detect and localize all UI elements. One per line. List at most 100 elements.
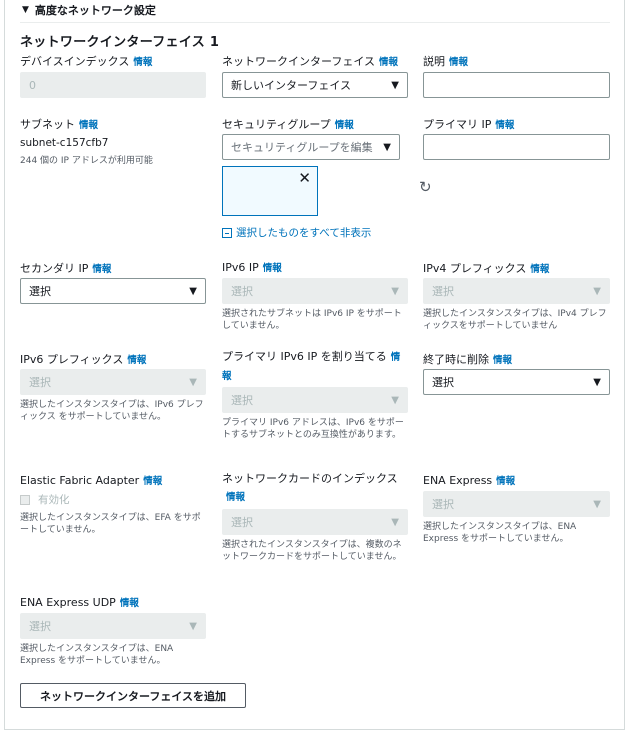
delete-on-termination-value: 選択 [432, 376, 454, 389]
assign-primary-ipv6-label: プライマリ IPv6 IP を割り当てる 情報 [222, 348, 408, 386]
efa-info-link[interactable]: 情報 [143, 476, 162, 487]
network-card-index-select[interactable]: 選択 ▼ [222, 509, 408, 535]
ena-express-select[interactable]: 選択 ▼ [423, 491, 610, 517]
device-index-label: デバイスインデックス 情報 [20, 53, 152, 69]
ipv6-ip-label: IPv6 IP 情報 [222, 260, 282, 274]
efa-enable-checkbox-row[interactable]: 有効化 [20, 492, 70, 507]
ena-express-udp-value: 選択 [29, 620, 51, 633]
caret-down-icon: ▼ [593, 376, 601, 388]
subnet-label-text: サブネット [20, 118, 75, 131]
ipv4-prefix-label-text: IPv4 プレフィックス [423, 262, 527, 275]
ipv4-prefix-value: 選択 [432, 285, 454, 298]
ipv6-prefix-value: 選択 [29, 376, 51, 389]
secondary-ip-value: 選択 [29, 285, 51, 298]
refresh-icon[interactable]: ↻ [419, 178, 432, 196]
network-card-index-help: 選択されたインスタンスタイプは、複数のネットワークカードをサポートしていません。 [222, 540, 402, 562]
caret-down-icon: ▼ [22, 5, 29, 15]
device-index-value: 0 [29, 78, 36, 92]
security-groups-info-link[interactable]: 情報 [335, 120, 354, 131]
security-groups-label: セキュリティグループ 情報 [222, 116, 354, 132]
secondary-ip-label: セカンダリ IP 情報 [20, 260, 111, 276]
security-groups-placeholder: セキュリティグループを編集 [231, 141, 373, 154]
ena-express-info-link[interactable]: 情報 [496, 476, 515, 487]
security-groups-select[interactable]: セキュリティグループを編集 ▼ [222, 134, 400, 160]
device-index-info-link[interactable]: 情報 [133, 57, 152, 68]
delete-on-termination-label: 終了時に削除 情報 [423, 351, 512, 367]
delete-on-termination-select[interactable]: 選択 ▼ [423, 369, 610, 395]
network-card-index-label-text: ネットワークカードのインデックス [222, 472, 398, 485]
section-title: 高度なネットワーク設定 [34, 4, 156, 17]
security-group-token-box: ✕ [222, 166, 318, 216]
ipv6-prefix-label-text: IPv6 プレフィックス [20, 353, 124, 366]
divider [20, 22, 610, 23]
ipv4-prefix-select[interactable]: 選択 ▼ [423, 278, 610, 304]
hide-all-selected-text: 選択したものをすべて非表示 [236, 227, 372, 239]
secondary-ip-info-link[interactable]: 情報 [92, 264, 111, 275]
description-label: 説明 情報 [423, 53, 468, 69]
efa-enable-label: 有効化 [38, 494, 70, 506]
security-groups-label-text: セキュリティグループ [222, 118, 331, 131]
description-info-link[interactable]: 情報 [449, 57, 468, 68]
ipv6-ip-select[interactable]: 選択 ▼ [222, 278, 408, 304]
interface-title: ネットワークインターフェイス 1 [20, 35, 220, 50]
add-network-interface-button[interactable]: ネットワークインターフェイスを追加 [20, 683, 246, 708]
ipv6-ip-value: 選択 [231, 285, 253, 298]
device-index-input[interactable]: 0 [20, 72, 206, 98]
ipv4-prefix-help: 選択したインスタンスタイプは、IPv4 プレフィックスをサポートしていません [423, 309, 607, 331]
ena-express-udp-info-link[interactable]: 情報 [120, 598, 139, 609]
efa-label: Elastic Fabric Adapter 情報 [20, 473, 162, 487]
ipv6-ip-info-link[interactable]: 情報 [263, 263, 282, 274]
efa-label-text: Elastic Fabric Adapter [20, 474, 140, 487]
description-label-text: 説明 [423, 55, 445, 68]
network-interface-info-link[interactable]: 情報 [379, 57, 398, 68]
ipv6-prefix-label: IPv6 プレフィックス 情報 [20, 351, 146, 367]
subnet-value: subnet-c157cfb7 [20, 137, 109, 149]
ena-express-udp-select[interactable]: 選択 ▼ [20, 613, 206, 639]
caret-down-icon: ▼ [189, 285, 197, 297]
efa-help: 選択したインスタンスタイプは、EFA をサポートしていません。 [20, 513, 201, 535]
ena-express-value: 選択 [432, 498, 454, 511]
ena-express-udp-label-text: ENA Express UDP [20, 596, 116, 609]
advanced-network-settings-toggle[interactable]: ▼ 高度なネットワーク設定 [22, 2, 156, 18]
caret-down-icon: ▼ [189, 620, 197, 632]
ipv4-prefix-info-link[interactable]: 情報 [530, 264, 549, 275]
description-input[interactable] [423, 72, 610, 98]
network-interface-label-text: ネットワークインターフェイス [222, 55, 376, 68]
network-interface-select[interactable]: 新しいインターフェイス ▼ [222, 72, 408, 98]
network-interface-label: ネットワークインターフェイス 情報 [222, 53, 398, 69]
assign-primary-ipv6-select[interactable]: 選択 ▼ [222, 387, 408, 413]
ipv6-ip-help: 選択されたサブネットは IPv6 IP をサポートしていません。 [222, 309, 402, 331]
assign-primary-ipv6-label-text: プライマリ IPv6 IP を割り当てる [222, 350, 387, 363]
subnet-label: サブネット 情報 [20, 116, 98, 132]
primary-ip-label: プライマリ IP 情報 [423, 116, 514, 132]
caret-down-icon: ▼ [391, 516, 399, 528]
secondary-ip-select[interactable]: 選択 ▼ [20, 278, 206, 304]
delete-on-termination-info-link[interactable]: 情報 [493, 355, 512, 366]
subnet-info-link[interactable]: 情報 [79, 120, 98, 131]
caret-down-icon: ▼ [593, 285, 601, 297]
caret-down-icon: ▼ [189, 376, 197, 388]
hide-all-selected-link[interactable]: 選択したものをすべて非表示 [222, 225, 371, 240]
ipv6-prefix-info-link[interactable]: 情報 [127, 355, 146, 366]
caret-down-icon: ▼ [391, 285, 399, 297]
caret-down-icon: ▼ [391, 394, 399, 406]
secondary-ip-label-text: セカンダリ IP [20, 262, 89, 275]
ena-express-udp-label: ENA Express UDP 情報 [20, 595, 139, 609]
primary-ip-input[interactable] [423, 134, 610, 160]
efa-enable-checkbox[interactable] [20, 494, 30, 505]
ipv6-prefix-help: 選択したインスタンスタイプは、IPv6 プレフィックス をサポートしていません。 [20, 400, 204, 422]
ipv6-ip-label-text: IPv6 IP [222, 261, 259, 274]
network-interface-value: 新しいインターフェイス [231, 79, 352, 92]
network-card-index-value: 選択 [231, 516, 253, 529]
collapse-icon [222, 227, 232, 238]
close-icon[interactable]: ✕ [298, 171, 311, 186]
ena-express-udp-help: 選択したインスタンスタイプは、ENA Express をサポートしていません。 [20, 644, 174, 666]
assign-primary-ipv6-value: 選択 [231, 394, 253, 407]
network-card-index-info-link[interactable]: 情報 [226, 492, 245, 503]
primary-ip-info-link[interactable]: 情報 [495, 120, 514, 131]
assign-primary-ipv6-help: プライマリ IPv6 アドレスは、IPv6 をサポートするサブネットとのみ互換性… [222, 418, 404, 440]
caret-down-icon: ▼ [593, 498, 601, 510]
ena-express-label: ENA Express 情報 [423, 473, 515, 487]
ipv6-prefix-select[interactable]: 選択 ▼ [20, 369, 206, 395]
delete-on-termination-label-text: 終了時に削除 [423, 353, 489, 366]
